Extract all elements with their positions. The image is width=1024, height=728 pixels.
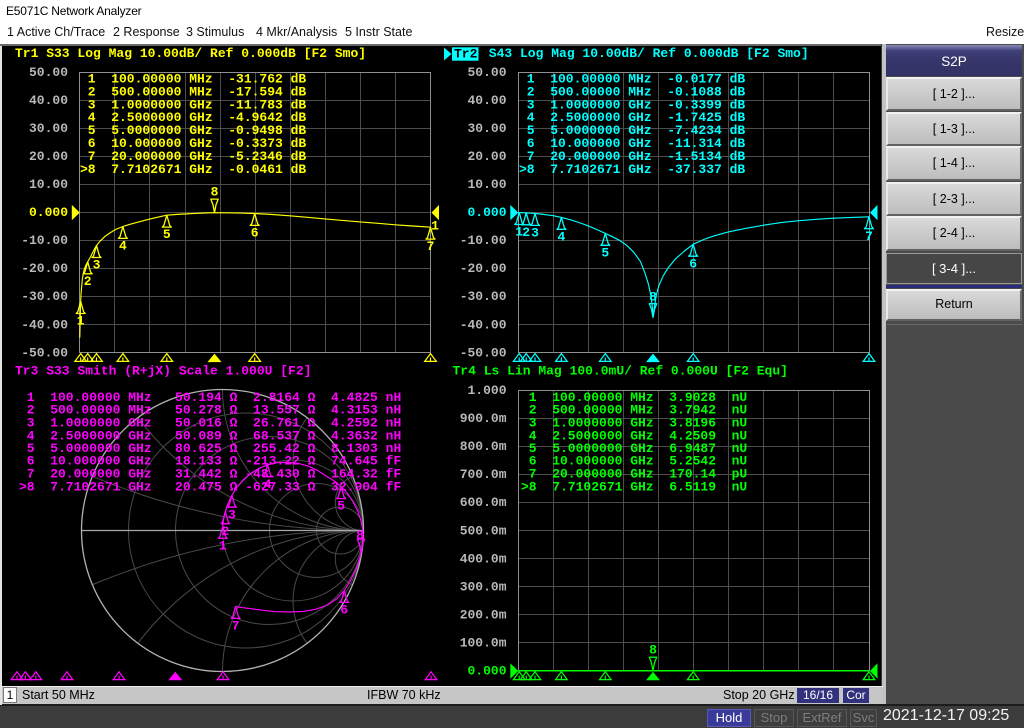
svg-text:>8 7.7102671 GHz 20.475 Ω -: >8 7.7102671 GHz 20.475 Ω -627.33 Ω 32.9… (19, 479, 401, 494)
svg-text:0.000: 0.000 (29, 205, 68, 220)
svg-text:-40.00: -40.00 (21, 317, 68, 332)
svg-text:30.00: 30.00 (29, 121, 68, 136)
svg-text:4: 4 (119, 239, 127, 254)
svg-text:2: 2 (221, 524, 229, 539)
svg-text:1.000: 1.000 (467, 383, 506, 398)
svg-text:Tr4 Ls Lin Mag 100.0mU/ Ref 0.: Tr4 Ls Lin Mag 100.0mU/ Ref 0.000U [F2 E… (453, 364, 788, 379)
svg-text:>8 7.7102671 GHz -0.0461 dB: >8 7.7102671 GHz -0.0461 dB (80, 162, 306, 177)
svg-text:50.00: 50.00 (467, 65, 506, 80)
svg-text:30.00: 30.00 (467, 121, 506, 136)
svg-text:6: 6 (251, 226, 259, 241)
svg-text:-50.00: -50.00 (460, 345, 507, 360)
svg-text:900.0m: 900.0m (460, 411, 507, 426)
svg-text:100.0m: 100.0m (460, 636, 507, 651)
svg-text:20.00: 20.00 (467, 149, 506, 164)
svg-text:7: 7 (427, 239, 435, 254)
svg-text:S43 Log Mag 10.00dB/ Ref 0.000: S43 Log Mag 10.00dB/ Ref 0.000dB [F2 Smo… (481, 46, 809, 61)
svg-text:500.0m: 500.0m (460, 523, 507, 538)
svg-text:3: 3 (93, 258, 101, 273)
svg-text:6: 6 (689, 256, 697, 271)
svg-text:-30.00: -30.00 (460, 289, 507, 304)
svg-text:3: 3 (531, 226, 539, 241)
svg-text:40.00: 40.00 (29, 93, 68, 108)
svg-text:5: 5 (601, 245, 609, 260)
svg-text:Tr1 S33 Log Mag 10.00dB/ Ref 0: Tr1 S33 Log Mag 10.00dB/ Ref 0.000dB [F2… (15, 46, 366, 61)
svg-text:7: 7 (232, 619, 240, 634)
svg-text:700.0m: 700.0m (460, 467, 507, 482)
svg-text:6: 6 (340, 603, 348, 618)
svg-text:200.0m: 200.0m (460, 607, 507, 622)
svg-text:0.000: 0.000 (467, 664, 506, 679)
svg-text:300.0m: 300.0m (460, 579, 507, 594)
svg-text:1: 1 (77, 314, 85, 329)
svg-text:-20.00: -20.00 (21, 261, 68, 276)
svg-text:8: 8 (649, 643, 657, 658)
svg-text:2: 2 (522, 225, 530, 240)
svg-text:1: 1 (431, 218, 439, 233)
svg-text:5: 5 (337, 499, 345, 514)
svg-text:Tr3 S33 Smith (R+jX) Scale 1.0: Tr3 S33 Smith (R+jX) Scale 1.000U [F2] (15, 364, 311, 379)
svg-text:Tr2: Tr2 (454, 47, 478, 62)
svg-text:20.00: 20.00 (29, 149, 68, 164)
svg-text:800.0m: 800.0m (460, 439, 507, 454)
svg-text:5: 5 (163, 227, 171, 242)
svg-text:8: 8 (211, 185, 219, 200)
svg-text:7: 7 (865, 229, 873, 244)
svg-text:50.00: 50.00 (29, 65, 68, 80)
svg-text:1: 1 (219, 539, 227, 554)
svg-text:10.00: 10.00 (29, 177, 68, 192)
svg-text:>8 7.7102671 GHz 6.5119 nU: >8 7.7102671 GHz 6.5119 nU (521, 479, 747, 494)
svg-text:3: 3 (228, 507, 236, 522)
svg-text:>8 7.7102671 GHz -37.337 dB: >8 7.7102671 GHz -37.337 dB (519, 162, 745, 177)
svg-text:10.00: 10.00 (467, 177, 506, 192)
svg-text:-30.00: -30.00 (21, 289, 68, 304)
svg-text:-10.00: -10.00 (21, 233, 68, 248)
svg-text:40.00: 40.00 (467, 93, 506, 108)
svg-text:0.000: 0.000 (467, 205, 506, 220)
svg-text:-40.00: -40.00 (460, 317, 507, 332)
svg-text:2: 2 (84, 274, 92, 289)
svg-text:8: 8 (649, 289, 657, 304)
svg-text:-20.00: -20.00 (460, 261, 507, 276)
svg-text:4: 4 (557, 229, 565, 244)
svg-text:400.0m: 400.0m (460, 551, 507, 566)
svg-text:600.0m: 600.0m (460, 495, 507, 510)
svg-text:-50.00: -50.00 (21, 345, 68, 360)
svg-text:-10.00: -10.00 (460, 233, 507, 248)
svg-text:8: 8 (356, 528, 364, 543)
